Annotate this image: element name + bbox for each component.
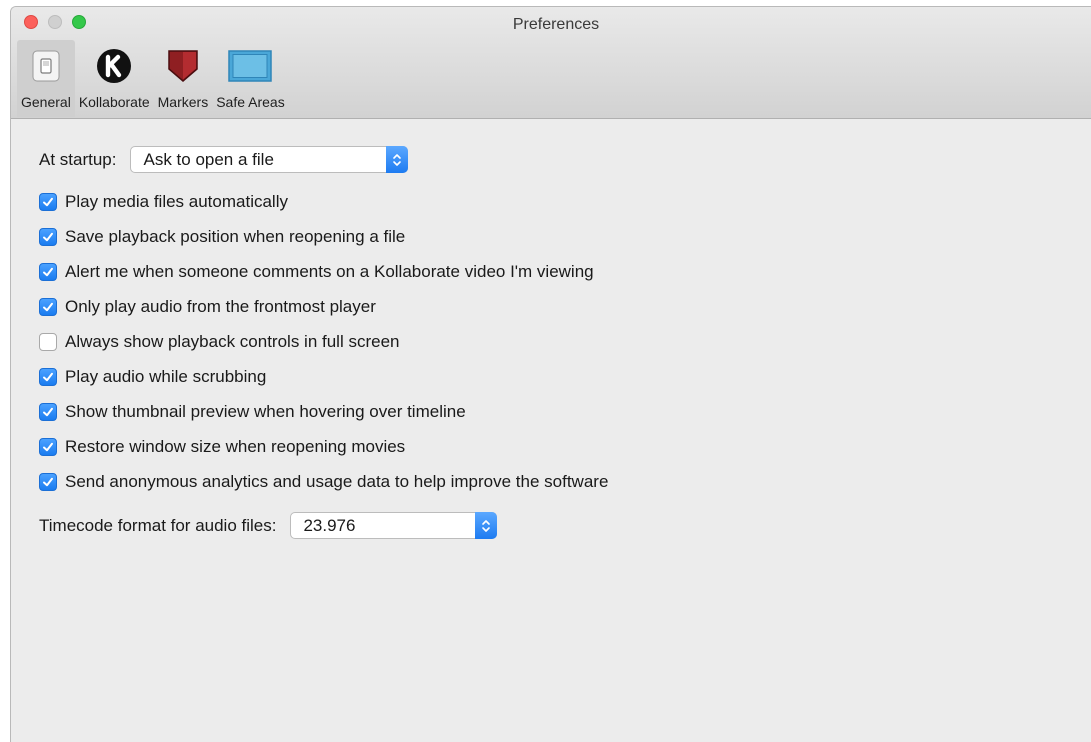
switch-icon <box>22 44 70 88</box>
safe-area-screen-icon <box>226 44 274 88</box>
option-label: Play media files automatically <box>65 192 288 211</box>
tab-safe-areas-label: Safe Areas <box>216 94 285 110</box>
option-restore-window-size[interactable]: Restore window size when reopening movie… <box>39 437 405 457</box>
tab-markers-label: Markers <box>157 94 209 110</box>
checkbox-thumbnail-preview[interactable] <box>39 403 57 421</box>
popup-arrows-icon <box>386 146 409 173</box>
checkbox-alert-kollaborate-comments[interactable] <box>39 263 57 281</box>
option-anonymous-analytics[interactable]: Send anonymous analytics and usage data … <box>39 472 608 492</box>
window-title: Preferences <box>512 16 600 33</box>
tab-safe-areas[interactable]: Safe Areas <box>212 40 289 117</box>
timecode-row: Timecode format for audio files: 23.976 <box>39 512 498 539</box>
option-label: Show thumbnail preview when hovering ove… <box>65 402 466 421</box>
option-audio-while-scrubbing[interactable]: Play audio while scrubbing <box>39 367 266 387</box>
option-thumbnail-preview[interactable]: Show thumbnail preview when hovering ove… <box>39 402 466 422</box>
preferences-window: Preferences General Kollaborate Markers … <box>10 6 1091 742</box>
timecode-label: Timecode format for audio files: <box>39 515 277 535</box>
marker-shield-icon <box>159 44 207 88</box>
tab-general-label: General <box>21 94 71 110</box>
startup-label: At startup: <box>39 149 117 169</box>
option-label: Only play audio from the frontmost playe… <box>65 297 376 316</box>
option-alert-kollaborate-comments[interactable]: Alert me when someone comments on a Koll… <box>39 262 594 282</box>
option-fullscreen-controls[interactable]: Always show playback controls in full sc… <box>39 332 399 352</box>
tab-general[interactable]: General <box>17 40 75 117</box>
startup-row: At startup: Ask to open a file <box>39 146 409 173</box>
tab-kollaborate[interactable]: Kollaborate <box>75 40 154 117</box>
startup-popup[interactable]: Ask to open a file <box>130 146 409 173</box>
option-label: Play audio while scrubbing <box>65 367 267 386</box>
tab-kollaborate-label: Kollaborate <box>78 94 150 110</box>
titlebar: Preferences General Kollaborate Markers … <box>11 7 1091 119</box>
checkbox-fullscreen-controls[interactable] <box>39 333 57 351</box>
checkbox-frontmost-player-audio[interactable] <box>39 298 57 316</box>
checkbox-save-playback-position[interactable] <box>39 228 57 246</box>
startup-popup-value: Ask to open a file <box>143 149 274 169</box>
option-label: Alert me when someone comments on a Koll… <box>65 262 594 281</box>
checkbox-play-media-automatically[interactable] <box>39 193 57 211</box>
general-settings-pane: At startup: Ask to open a file Play medi… <box>11 119 1091 742</box>
tab-markers[interactable]: Markers <box>154 40 213 117</box>
option-label: Always show playback controls in full sc… <box>65 332 400 351</box>
preferences-toolbar: General Kollaborate Markers Safe Areas <box>17 40 289 117</box>
option-play-media-automatically[interactable]: Play media files automatically <box>39 192 288 212</box>
option-label: Restore window size when reopening movie… <box>65 437 406 456</box>
kollaborate-logo-icon <box>90 44 138 88</box>
option-label: Send anonymous analytics and usage data … <box>65 472 609 491</box>
option-label: Save playback position when reopening a … <box>65 227 406 246</box>
timecode-popup-value: 23.976 <box>303 515 356 535</box>
timecode-popup[interactable]: 23.976 <box>290 512 498 539</box>
checkbox-audio-while-scrubbing[interactable] <box>39 368 57 386</box>
option-frontmost-player-audio[interactable]: Only play audio from the frontmost playe… <box>39 297 376 317</box>
option-save-playback-position[interactable]: Save playback position when reopening a … <box>39 227 405 247</box>
popup-arrows-icon <box>475 512 498 539</box>
checkbox-anonymous-analytics[interactable] <box>39 473 57 491</box>
checkbox-restore-window-size[interactable] <box>39 438 57 456</box>
